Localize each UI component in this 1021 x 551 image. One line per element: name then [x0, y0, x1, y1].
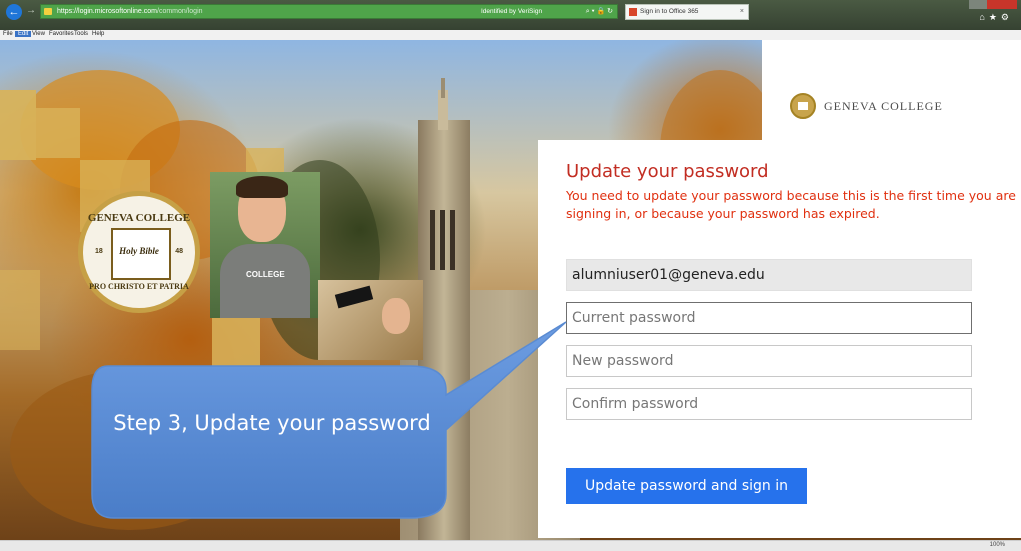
autumn-foliage [10, 370, 250, 530]
current-password-input[interactable] [566, 302, 972, 334]
tab-close-icon[interactable]: × [740, 5, 744, 19]
address-bar[interactable]: https://login.microsoftonline.com/common… [40, 4, 618, 19]
college-seal: GENEVA COLLEGE Holy Bible 18 48 PRO CHRI… [78, 191, 200, 313]
decor-square [0, 270, 40, 350]
browser-toolbar-icons[interactable]: ⌂★⚙ [979, 12, 1013, 23]
email-field: alumniuser01@geneva.edu [566, 259, 972, 291]
menu-help[interactable]: Help [92, 31, 104, 37]
office-favicon-icon [629, 8, 637, 16]
window-controls[interactable] [969, 0, 1017, 9]
graduation-cap-icon [334, 285, 374, 309]
menu-tools[interactable]: Tools [74, 31, 88, 37]
site-favicon-icon [44, 8, 52, 15]
back-button[interactable]: ← [6, 4, 22, 20]
decor-square [212, 318, 260, 368]
menu-view[interactable]: View [32, 31, 45, 37]
graduate-face [382, 298, 410, 334]
verified-identity[interactable]: Identified by VeriSign [481, 5, 542, 18]
student-photo: COLLEGE [210, 172, 320, 318]
shirt-text: COLLEGE [246, 270, 285, 279]
minimize-button[interactable] [969, 0, 987, 9]
decor-square [36, 108, 80, 158]
student-hair [236, 176, 288, 198]
seal-year-left: 18 [95, 248, 103, 255]
forward-button[interactable]: → [26, 5, 36, 16]
new-password-input[interactable] [566, 345, 972, 377]
clock-tower [418, 120, 470, 540]
confirm-password-input[interactable] [566, 388, 972, 420]
brand-name: GENEVA COLLEGE [824, 99, 943, 113]
logo-panel [762, 40, 1021, 140]
url-host: login.microsoftonline.com [78, 8, 157, 15]
seal-book-text: Holy Bible [119, 246, 159, 256]
menu-file[interactable]: File [3, 31, 13, 37]
url-scheme: https:// [57, 8, 79, 15]
tab-sign-in[interactable]: Sign in to Office 365 × [625, 4, 749, 20]
address-controls[interactable]: ⌕ ▾ 🔒 ↻ [586, 5, 613, 18]
menu-favorites[interactable]: Favorites [49, 31, 74, 37]
graduates-photo [318, 280, 423, 360]
student-shirt [220, 244, 310, 318]
seal-top-text: GENEVA COLLEGE [87, 212, 191, 224]
form-description: You need to update your password because… [566, 188, 1016, 221]
form-title: Update your password [566, 161, 769, 182]
menu-edit[interactable]: Edit [15, 31, 32, 37]
geneva-logo-icon [790, 93, 816, 119]
browser-chrome: ← → https://login.microsoftonline.com/co… [0, 0, 1021, 41]
status-bar: 100% [0, 540, 1021, 551]
decor-square [0, 90, 36, 160]
zoom-level[interactable]: 100% [990, 542, 1005, 548]
tab-title: Sign in to Office 365 [640, 8, 699, 15]
tower-spire [441, 78, 445, 98]
seal-motto: PRO CHRISTO ET PATRIA [89, 282, 189, 291]
callout-text: Step 3, Update your password [113, 411, 431, 435]
url-path: /common/login [157, 8, 203, 15]
tower-windows [430, 210, 460, 270]
seal-year-right: 48 [175, 248, 183, 255]
update-password-button[interactable]: Update password and sign in [566, 468, 807, 504]
